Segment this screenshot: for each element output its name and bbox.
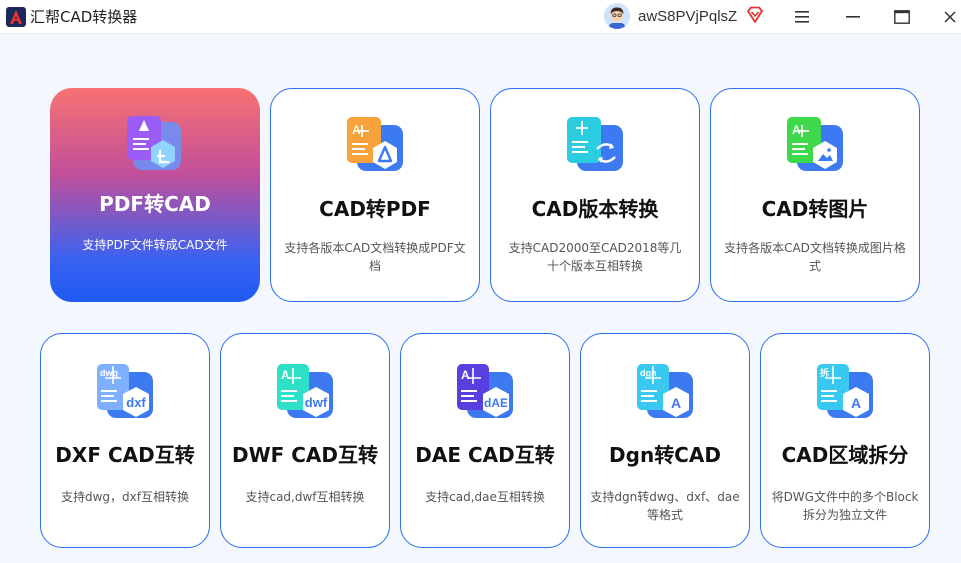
close-button[interactable]	[937, 4, 961, 30]
svg-text:A: A	[792, 123, 801, 137]
card-dgn-to-cad[interactable]: dgn A Dgn转CAD 支持dgn转dwg、dxf、dae等格式	[580, 333, 750, 548]
card-title: CAD版本转换	[531, 197, 659, 221]
card-title: DAE CAD互转	[415, 443, 555, 467]
card-title: PDF转CAD	[99, 192, 211, 216]
vip-diamond-icon[interactable]	[745, 5, 765, 25]
svg-text:A: A	[352, 123, 361, 137]
card-description: 支持cad,dwf互相转换	[245, 490, 365, 504]
card-description: 将DWG文件中的多个Block拆分为独立文件	[771, 490, 919, 522]
card-dwf-convert[interactable]: A dwf DWF CAD互转 支持cad,dwf互相转换	[220, 333, 390, 548]
card-description: 支持cad,dae互相转换	[425, 490, 545, 504]
badge-label: dxf	[126, 395, 146, 410]
card-pdf-to-cad[interactable]: PDF转CAD 支持PDF文件转成CAD文件	[50, 88, 260, 302]
card-title: CAD转图片	[761, 197, 869, 221]
badge-tag: A	[281, 368, 290, 382]
card-cad-region-split[interactable]: 拆 A CAD区域拆分 将DWG文件中的多个Block拆分为独立文件	[760, 333, 930, 548]
card-cad-version-convert[interactable]: CAD版本转换 支持CAD2000至CAD2018等几十个版本互相转换	[490, 88, 700, 302]
card-title: DWF CAD互转	[231, 443, 379, 467]
card-dae-convert[interactable]: A dAE DAE CAD互转 支持cad,dae互相转换	[400, 333, 570, 548]
badge-label: A	[671, 395, 681, 411]
badge-label: dwf	[305, 395, 328, 410]
badge-tag: A	[461, 368, 470, 382]
username[interactable]: awS8PVjPqlsZ	[638, 7, 737, 27]
avatar-icon	[604, 3, 630, 29]
badge-tag: dgn	[640, 368, 657, 378]
card-description: 支持各版本CAD文档转换成图片格式	[724, 241, 906, 273]
card-description: 支持PDF文件转成CAD文件	[82, 238, 228, 252]
card-title: Dgn转CAD	[609, 443, 721, 467]
card-dxf-convert[interactable]: dwg dxf DXF CAD互转 支持dwg，dxf互相转换	[40, 333, 210, 548]
dxf-convert-icon: dwg dxf	[93, 360, 157, 424]
app-logo-icon	[6, 7, 26, 27]
badge-label: dAE	[484, 396, 508, 410]
pdf-to-cad-icon	[123, 112, 187, 176]
card-title: CAD转PDF	[319, 197, 431, 221]
dwf-convert-icon: A dwf	[273, 360, 337, 424]
card-cad-to-image[interactable]: A CAD转图片 支持各版本CAD文档转换成图片格式	[710, 88, 920, 302]
hamburger-menu-icon	[795, 11, 809, 23]
cad-region-split-icon: 拆 A	[813, 360, 877, 424]
card-description: 支持dgn转dwg、dxf、dae等格式	[590, 490, 740, 522]
app-title: 汇帮CAD转换器	[30, 8, 138, 26]
title-bar: 汇帮CAD转换器 awS8PVjPqlsZ	[0, 0, 961, 34]
badge-tag: dwg	[100, 368, 118, 378]
cad-to-pdf-icon: A	[343, 113, 407, 177]
badge-label: A	[851, 395, 861, 411]
card-cad-to-pdf[interactable]: A CAD转PDF 支持各版本CAD文档转换成PDF文档	[270, 88, 480, 302]
cad-version-convert-icon	[563, 113, 627, 177]
menu-button[interactable]	[789, 4, 815, 30]
close-icon	[944, 11, 956, 23]
dae-convert-icon: A dAE	[453, 360, 517, 424]
card-description: 支持各版本CAD文档转换成PDF文档	[284, 241, 466, 273]
maximize-icon	[894, 10, 910, 24]
cad-to-image-icon: A	[783, 113, 847, 177]
card-title: CAD区域拆分	[781, 443, 909, 467]
user-avatar[interactable]	[604, 3, 630, 29]
minimize-button[interactable]	[840, 4, 866, 30]
card-description: 支持dwg，dxf互相转换	[61, 490, 189, 504]
minimize-icon	[846, 16, 860, 18]
card-title: DXF CAD互转	[55, 443, 195, 467]
dgn-to-cad-icon: dgn A	[633, 360, 697, 424]
maximize-button[interactable]	[889, 4, 915, 30]
card-description: 支持CAD2000至CAD2018等几十个版本互相转换	[508, 241, 682, 273]
